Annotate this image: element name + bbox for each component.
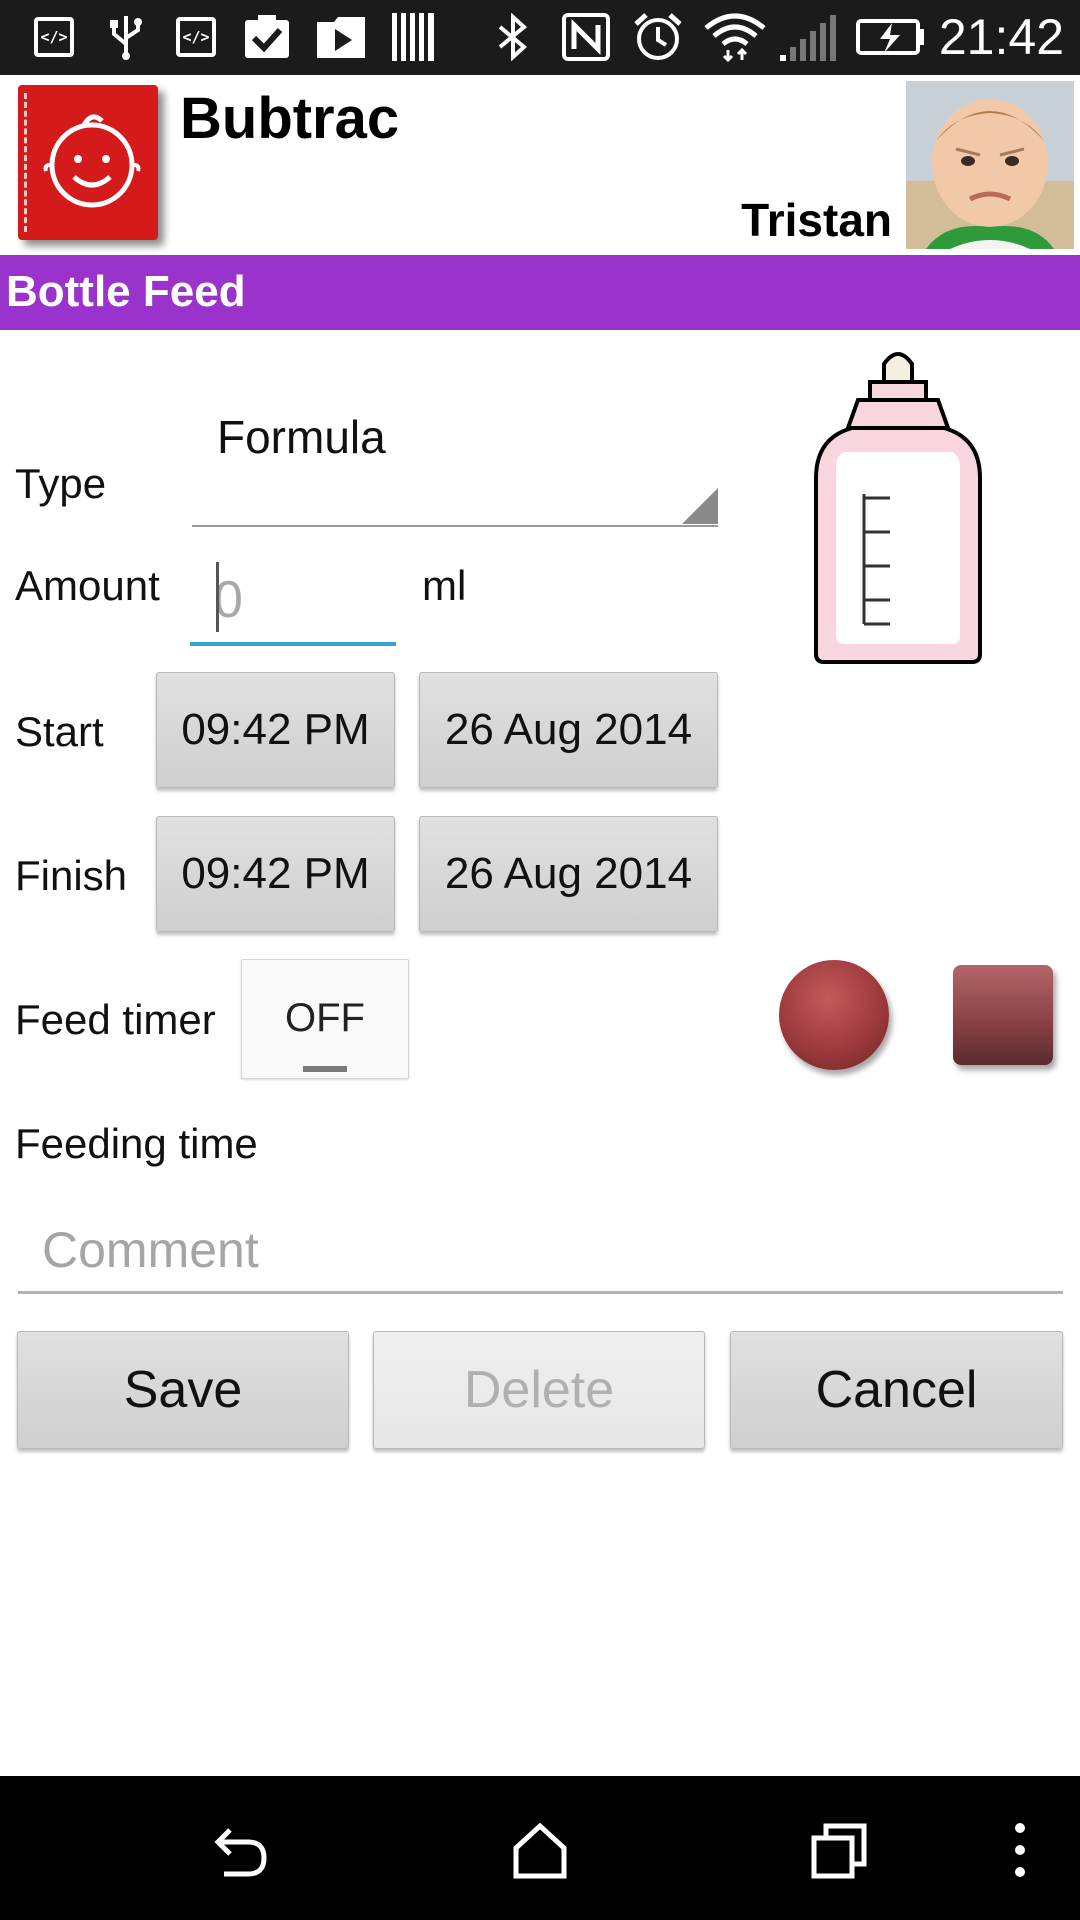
barcode-icon (392, 13, 436, 61)
app-title: Bubtrac (180, 86, 400, 151)
amount-input[interactable] (190, 558, 396, 646)
code-icon: </> (176, 14, 216, 60)
type-label: Type (15, 460, 107, 507)
finish-date-button[interactable]: 26 Aug 2014 (419, 816, 718, 932)
section-title: Bottle Feed (6, 267, 246, 316)
finish-label: Finish (15, 852, 128, 899)
section-bar: Bottle Feed (0, 255, 1080, 330)
feed-timer-toggle[interactable]: OFF (241, 959, 409, 1079)
start-date-button[interactable]: 26 Aug 2014 (419, 672, 718, 788)
app-logo[interactable] (18, 85, 158, 240)
signal-icon (778, 14, 840, 61)
recent-apps-icon[interactable] (810, 1820, 870, 1880)
save-button[interactable]: Save (17, 1331, 349, 1449)
child-name: Tristan (741, 194, 892, 246)
clipboard-check-icon (242, 14, 292, 60)
finish-time-button[interactable]: 09:42 PM (156, 816, 395, 932)
child-avatar[interactable] (906, 81, 1074, 249)
amount-unit: ml (422, 562, 467, 609)
baby-bottle-icon (814, 352, 982, 664)
home-icon[interactable] (510, 1820, 570, 1880)
type-value: Formula (217, 411, 386, 463)
alarm-icon (632, 13, 684, 60)
cancel-button[interactable]: Cancel (730, 1331, 1063, 1449)
feed-timer-label: Feed timer (15, 996, 216, 1043)
toggle-state: OFF (285, 996, 365, 1040)
amount-label: Amount (15, 562, 160, 609)
usb-icon (104, 14, 148, 60)
navigation-bar (0, 1776, 1080, 1920)
wifi-icon (704, 13, 766, 62)
comment-input[interactable] (18, 1208, 1063, 1294)
dropdown-underline (192, 525, 718, 527)
baby-face-icon (43, 114, 141, 208)
overflow-menu-icon[interactable] (1000, 1820, 1040, 1880)
status-bar: </> </> 21:42 (0, 0, 1080, 75)
start-label: Start (15, 708, 104, 755)
back-icon[interactable] (210, 1820, 270, 1880)
start-time-button[interactable]: 09:42 PM (156, 672, 395, 788)
battery-charging-icon (856, 14, 926, 60)
code-icon: </> (34, 14, 74, 60)
dropdown-arrow-icon (682, 488, 718, 524)
bluetooth-icon (496, 13, 530, 61)
nfc-icon (562, 13, 610, 61)
text-cursor (216, 562, 219, 632)
toggle-indicator (303, 1066, 347, 1072)
status-time: 21:42 (938, 9, 1064, 65)
feeding-time-label: Feeding time (15, 1120, 258, 1167)
start-timer-button[interactable] (779, 960, 889, 1070)
app-header: Bubtrac Tristan (0, 75, 1080, 255)
play-store-icon (314, 14, 368, 60)
stop-timer-button[interactable] (953, 965, 1053, 1065)
delete-button[interactable]: Delete (373, 1331, 705, 1449)
